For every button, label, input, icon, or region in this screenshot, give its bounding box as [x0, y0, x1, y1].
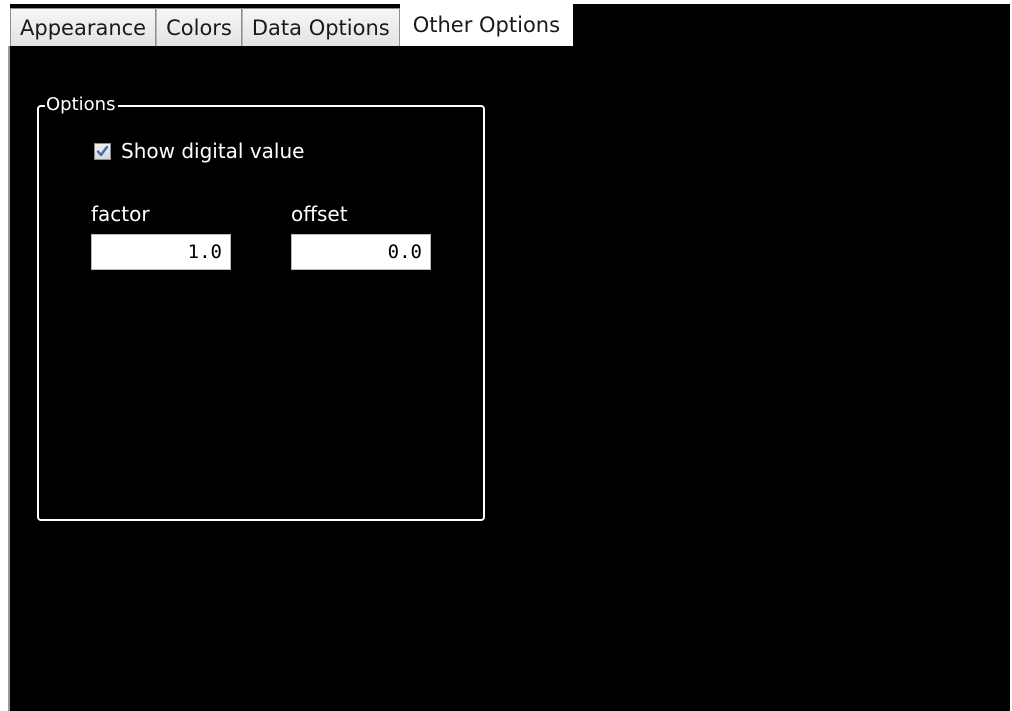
checkmark-icon — [96, 145, 109, 156]
tab-other-options[interactable]: Other Options — [399, 4, 574, 46]
factor-label: factor — [91, 202, 150, 226]
tab-strip: Appearance Colors Data Options Other Opt… — [10, 4, 1010, 49]
other-options-panel: Options Show digital value factor offset — [10, 46, 1010, 711]
options-group-box: Options Show digital value factor offset — [37, 92, 485, 521]
offset-input[interactable] — [291, 234, 431, 270]
tab-data-options[interactable]: Data Options — [241, 8, 400, 46]
offset-label: offset — [291, 202, 348, 226]
factor-input[interactable] — [91, 234, 231, 270]
tab-appearance[interactable]: Appearance — [10, 8, 157, 46]
options-group-title: Options — [45, 92, 119, 118]
tab-list: Appearance Colors Data Options Other Opt… — [10, 4, 574, 46]
show-digital-value-label: Show digital value — [121, 139, 305, 163]
tab-colors[interactable]: Colors — [156, 8, 242, 46]
show-digital-value-checkbox[interactable] — [94, 142, 111, 160]
properties-dialog: Appearance Colors Data Options Other Opt… — [0, 0, 1012, 711]
show-digital-value-row[interactable]: Show digital value — [94, 139, 304, 163]
